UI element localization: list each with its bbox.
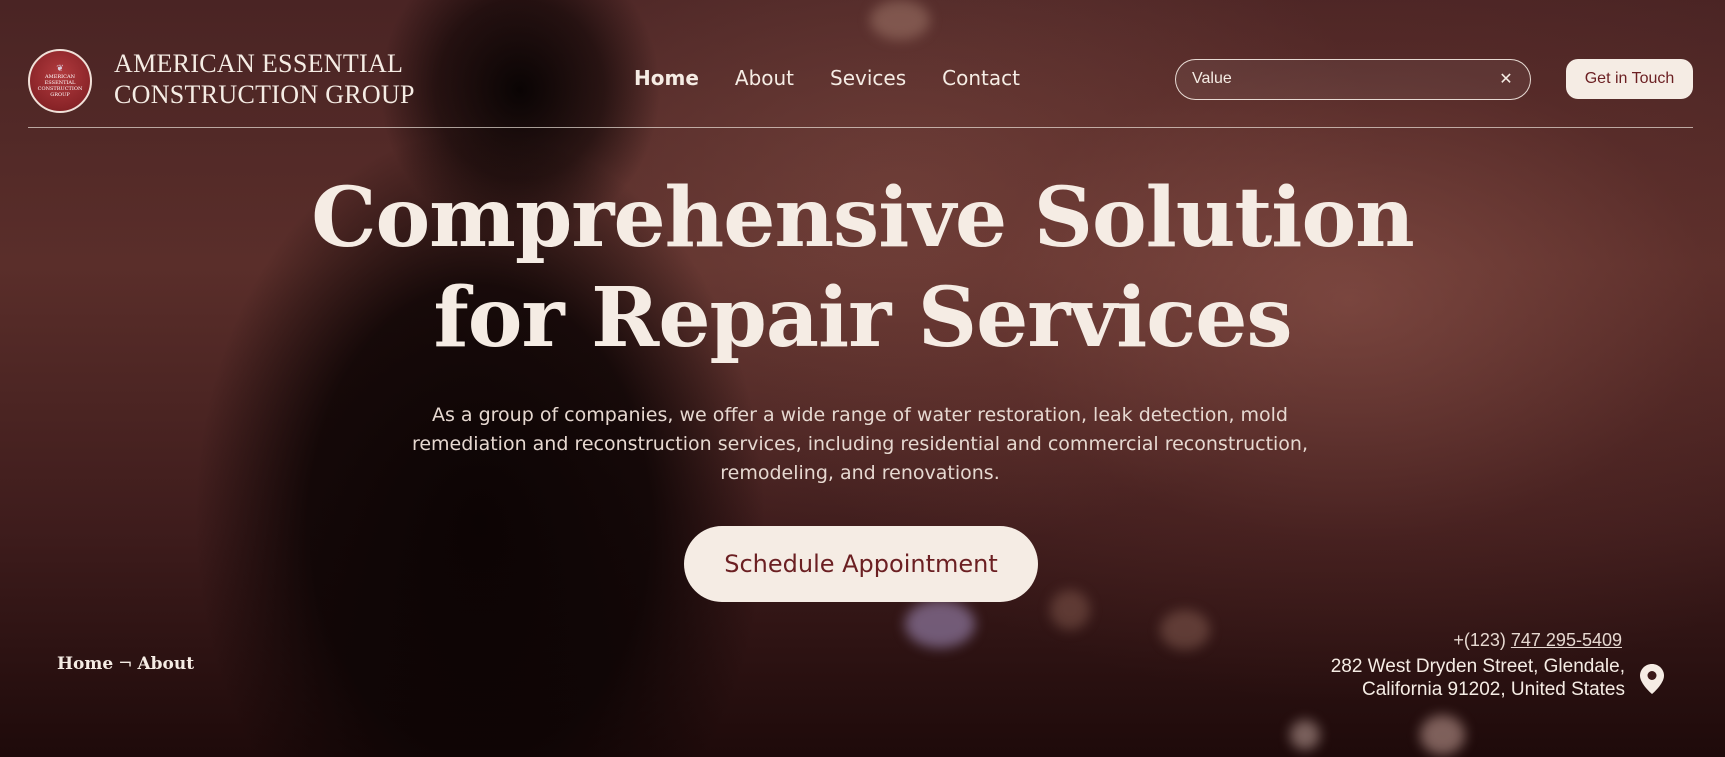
background-light (1420, 715, 1465, 755)
breadcrumb-item-home[interactable]: Home (57, 654, 113, 674)
get-in-touch-button[interactable]: Get in Touch (1566, 59, 1693, 99)
map-pin-icon[interactable] (1640, 664, 1664, 694)
company-logo[interactable]: ❦ AMERICAN ESSENTIAL CONSTRUCTION GROUP (28, 49, 92, 113)
address: 282 West Dryden Street, Glendale, Califo… (1331, 655, 1625, 701)
schedule-appointment-button[interactable]: Schedule Appointment (684, 526, 1038, 602)
brand-name-line1: AMERICAN ESSENTIAL (114, 49, 404, 78)
background-light (1050, 590, 1090, 630)
background-light (905, 600, 975, 648)
phone-prefix: +(123) (1453, 630, 1511, 650)
site-header: ❦ AMERICAN ESSENTIAL CONSTRUCTION GROUP … (28, 44, 1693, 128)
search-input[interactable] (1192, 60, 1482, 98)
nav-item-about[interactable]: About (735, 66, 794, 90)
hero-subtitle: As a group of companies, we offer a wide… (411, 404, 1309, 484)
brand-name-line2: CONSTRUCTION GROUP (114, 80, 415, 109)
brand-name[interactable]: AMERICAN ESSENTIAL CONSTRUCTION GROUP (114, 48, 415, 110)
breadcrumb-separator: ¬ (118, 654, 133, 674)
breadcrumb-item-about[interactable]: About (137, 654, 194, 674)
search-box: ✕ (1175, 59, 1531, 100)
nav-item-services[interactable]: Sevices (830, 66, 906, 90)
logo-text-line: GROUP (50, 91, 70, 98)
nav-item-contact[interactable]: Contact (942, 66, 1020, 90)
hero-section: ❦ AMERICAN ESSENTIAL CONSTRUCTION GROUP … (0, 0, 1725, 757)
address-line1: 282 West Dryden Street, Glendale, (1330, 656, 1625, 677)
phone-line: +(123) 747 295-5409 (1331, 628, 1622, 652)
background-light (870, 0, 930, 40)
background-light (1160, 610, 1210, 650)
nav-item-home[interactable]: Home (634, 66, 699, 90)
address-line2: California 91202, United States (1362, 679, 1625, 700)
main-nav: Home About Sevices Contact (634, 66, 1020, 90)
eagle-icon: ❦ (56, 63, 64, 74)
breadcrumb: Home ¬ About (57, 654, 194, 674)
close-icon[interactable]: ✕ (1496, 69, 1516, 89)
hero-title: Comprehensive Solution for Repair Servic… (0, 168, 1725, 368)
hero-title-line2: for Repair Services (433, 270, 1292, 366)
hero-title-line1: Comprehensive Solution (311, 170, 1415, 266)
background-light (1290, 720, 1320, 750)
contact-info: +(123) 747 295-5409 282 West Dryden Stre… (1331, 628, 1625, 701)
phone-link[interactable]: 747 295-5409 (1511, 630, 1622, 650)
